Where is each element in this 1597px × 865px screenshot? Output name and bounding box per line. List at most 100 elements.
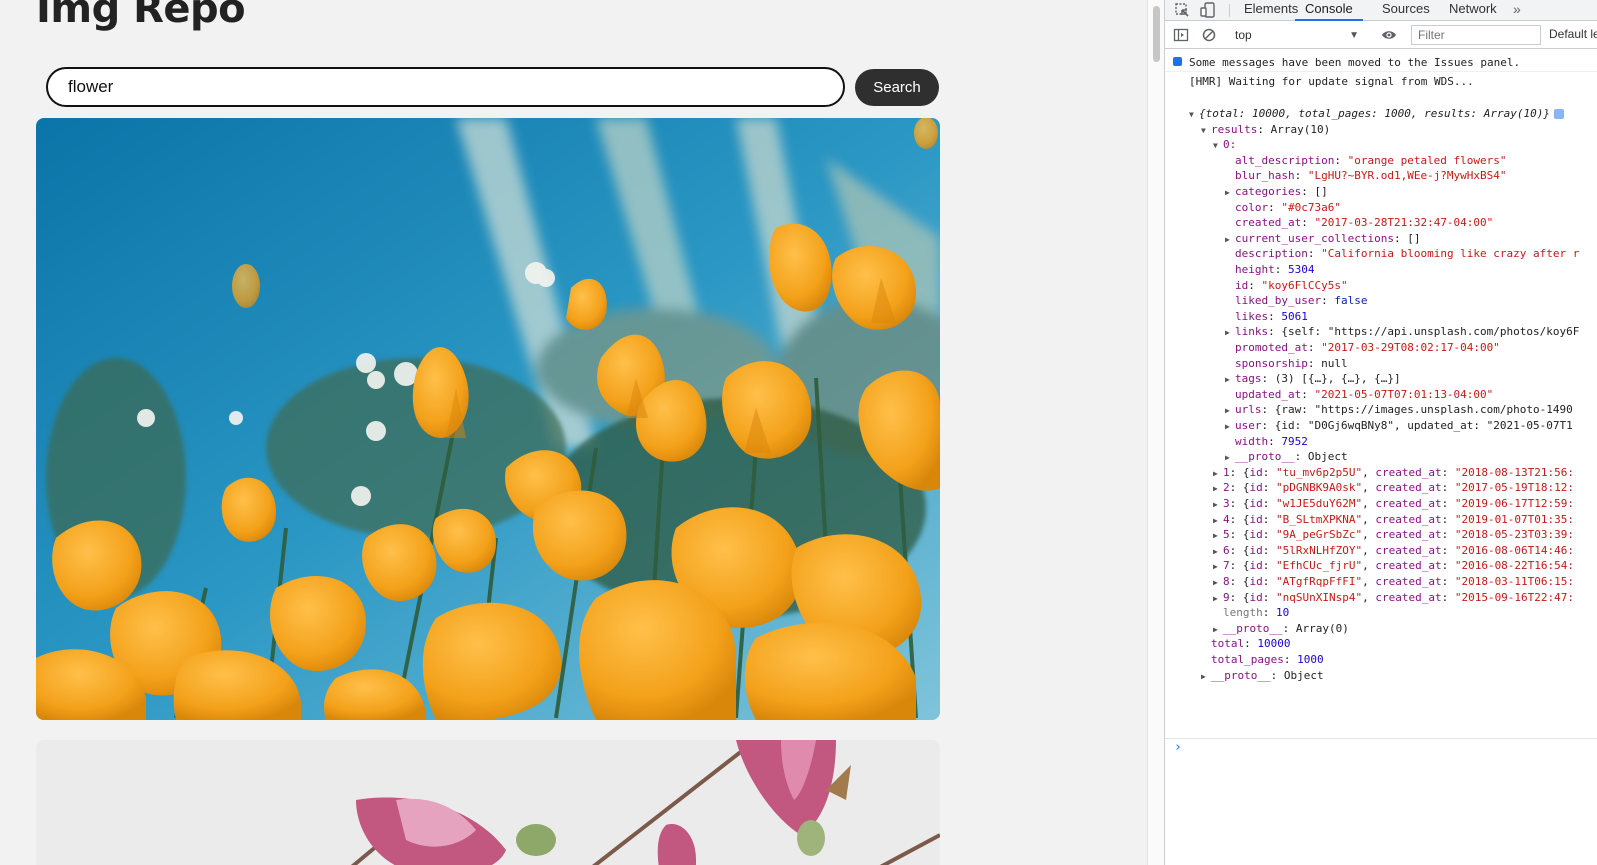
console-filter-input[interactable] <box>1411 25 1541 45</box>
property-value: "nqSUnXINsp4" <box>1276 590 1363 604</box>
tree-node-item[interactable]: ▶ 5: {id: "9A_peGrSbZc", created_at: "201… <box>1165 527 1597 543</box>
token: , <box>1362 481 1376 495</box>
property-key: created_at <box>1235 216 1302 230</box>
pink-flower-photo <box>36 740 940 865</box>
live-expression-eye-icon[interactable] <box>1381 27 1397 43</box>
object-preview: {total: 10000, total_pages: 1000, result… <box>1199 107 1550 120</box>
console-message-hmr: [HMR] Waiting for update signal from WDS… <box>1165 72 1597 92</box>
clear-console-icon[interactable] <box>1201 27 1217 43</box>
tree-node-item[interactable]: ▶ 4: {id: "B_SLtmXPKNA", created_at: "201… <box>1165 512 1597 528</box>
sidebar-toggle-icon[interactable] <box>1173 27 1189 43</box>
expand-triangle-icon: ▶ <box>1213 500 1218 509</box>
token: : { <box>1229 481 1250 495</box>
token: : <box>1307 341 1322 354</box>
message-text: [HMR] Waiting for update signal from WDS… <box>1189 75 1474 88</box>
property-key: created_at <box>1375 497 1442 510</box>
page-scrollbar-thumb[interactable] <box>1153 6 1160 62</box>
token: : <box>1262 512 1276 526</box>
info-icon[interactable] <box>1554 109 1564 119</box>
expand-triangle-icon: ▶ <box>1225 234 1230 244</box>
property-key: height <box>1235 263 1275 276</box>
expand-triangle-icon: ▶ <box>1225 328 1230 338</box>
expand-triangle-icon: ▶ <box>1225 406 1230 416</box>
expand-triangle-icon: ▶ <box>1225 422 1230 431</box>
property-key: results <box>1211 122 1258 136</box>
property-key: id <box>1249 465 1263 479</box>
tree-property: color: "#0c73a6" <box>1165 200 1597 216</box>
property-key: created_at <box>1375 543 1442 557</box>
tree-node-item[interactable]: ▶ 7: {id: "EfhCUc_fjrU", created_at: "201… <box>1165 558 1597 574</box>
tree-property[interactable]: ▶ urls: {raw: "https://images.unsplash.co… <box>1165 402 1597 418</box>
token: : <box>1282 621 1296 635</box>
tab-sources[interactable]: Sources <box>1382 0 1430 21</box>
tree-property[interactable]: ▶ __proto__: Object <box>1165 449 1597 465</box>
tree-property[interactable]: ▶ current_user_collections: [] <box>1165 231 1597 247</box>
tree-property[interactable]: ▶ __proto__: Object <box>1165 668 1597 684</box>
tree-node-results[interactable]: ▼ results: Array(10) <box>1165 122 1597 138</box>
tree-node-item-0[interactable]: ▼ 0: <box>1165 137 1597 153</box>
property-key: alt_description <box>1235 153 1335 167</box>
property-value: "2016-08-06T14:46: <box>1454 543 1575 557</box>
tree-property[interactable]: ▶ __proto__: Array(0) <box>1165 621 1597 637</box>
property-value: "tu_mv6p2p5U" <box>1276 465 1363 479</box>
tab-elements[interactable]: Elements <box>1244 0 1298 21</box>
property-value: "EfhCUc_fjrU" <box>1276 559 1363 573</box>
property-value: "#0c73a6" <box>1281 200 1341 214</box>
token: : { <box>1229 497 1250 510</box>
token: : <box>1268 309 1282 323</box>
property-value: Array(0) <box>1295 621 1349 635</box>
property-key: blur_hash <box>1235 169 1295 183</box>
expand-triangle-icon: ▶ <box>1213 578 1218 587</box>
property-key: liked_by_user <box>1235 294 1322 308</box>
property-key: tags <box>1235 372 1262 386</box>
token: : <box>1262 465 1276 479</box>
token: : <box>1262 481 1276 495</box>
console-output: Some messages have been moved to the Iss… <box>1165 50 1597 865</box>
tree-node-item[interactable]: ▶ 9: {id: "nqSUnXINsp4", created_at: "201… <box>1165 590 1597 606</box>
token: : <box>1301 216 1315 230</box>
photo-card[interactable] <box>36 740 940 865</box>
tree-property[interactable]: ▶ links: {self: "https://api.unsplash.com… <box>1165 324 1597 340</box>
tree-property[interactable]: ▶ tags: (3) [{…}, {…}, {…}] <box>1165 371 1597 387</box>
log-levels-select[interactable]: Default levels <box>1549 27 1597 41</box>
token: : <box>1244 637 1258 651</box>
photo-card[interactable] <box>36 118 940 720</box>
token: : <box>1294 450 1308 464</box>
tree-node-item[interactable]: ▶ 8: {id: "ATgfRqpFfFI", created_at: "201… <box>1165 574 1597 590</box>
tree-node-item[interactable]: ▶ 2: {id: "pDGNBK9A0sk", created_at: "201… <box>1165 480 1597 496</box>
property-value: 1000 <box>1297 653 1324 666</box>
context-select[interactable]: top ▼ <box>1231 26 1363 45</box>
property-key: created_at <box>1375 481 1442 495</box>
tab-console[interactable]: Console <box>1295 0 1363 21</box>
collapse-triangle-icon: ▼ <box>1213 141 1218 151</box>
property-value: "2018-08-13T21:56: <box>1454 465 1575 479</box>
tree-property[interactable]: ▶ user: {id: "D0Gj6wqBNy8", updated_at: "… <box>1165 418 1597 434</box>
property-key: likes <box>1235 309 1269 323</box>
device-toolbar-icon[interactable] <box>1200 2 1216 18</box>
tree-node-item[interactable]: ▶ 3: {id: "w1JE5duY62M", created_at: "201… <box>1165 496 1597 512</box>
console-message-issues[interactable]: Some messages have been moved to the Iss… <box>1165 52 1597 72</box>
log-object-summary[interactable]: ▼ {total: 10000, total_pages: 1000, resul… <box>1165 106 1597 122</box>
tab-network[interactable]: Network <box>1449 0 1497 21</box>
token: , <box>1362 465 1376 479</box>
tree-property[interactable]: ▶ categories: [] <box>1165 184 1597 200</box>
property-value: "koy6FlCCy5s" <box>1261 278 1348 292</box>
more-tabs-icon[interactable]: » <box>1513 0 1521 21</box>
search-input[interactable] <box>46 67 845 107</box>
token: : <box>1307 356 1322 370</box>
prompt-chevron-icon: › <box>1174 740 1182 755</box>
console-prompt[interactable]: › <box>1165 738 1597 758</box>
tree-property: description: "California blooming like c… <box>1165 246 1597 262</box>
property-value: "2019-06-17T12:59: <box>1454 497 1575 510</box>
tree-property: total_pages: 1000 <box>1165 652 1597 668</box>
token: : <box>1301 185 1315 198</box>
search-button[interactable]: Search <box>855 69 939 106</box>
tree-node-item[interactable]: ▶ 1: {id: "tu_mv6p2p5U", created_at: "201… <box>1165 465 1597 481</box>
token: : <box>1441 575 1455 588</box>
page-scrollbar[interactable] <box>1147 0 1164 865</box>
expand-triangle-icon: ▶ <box>1213 531 1218 541</box>
tree-node-item[interactable]: ▶ 6: {id: "5lRxNLHfZOY", created_at: "201… <box>1165 543 1597 559</box>
property-key: 1 <box>1223 465 1230 479</box>
property-value: 10 <box>1276 606 1290 620</box>
inspect-element-icon[interactable] <box>1174 2 1190 18</box>
